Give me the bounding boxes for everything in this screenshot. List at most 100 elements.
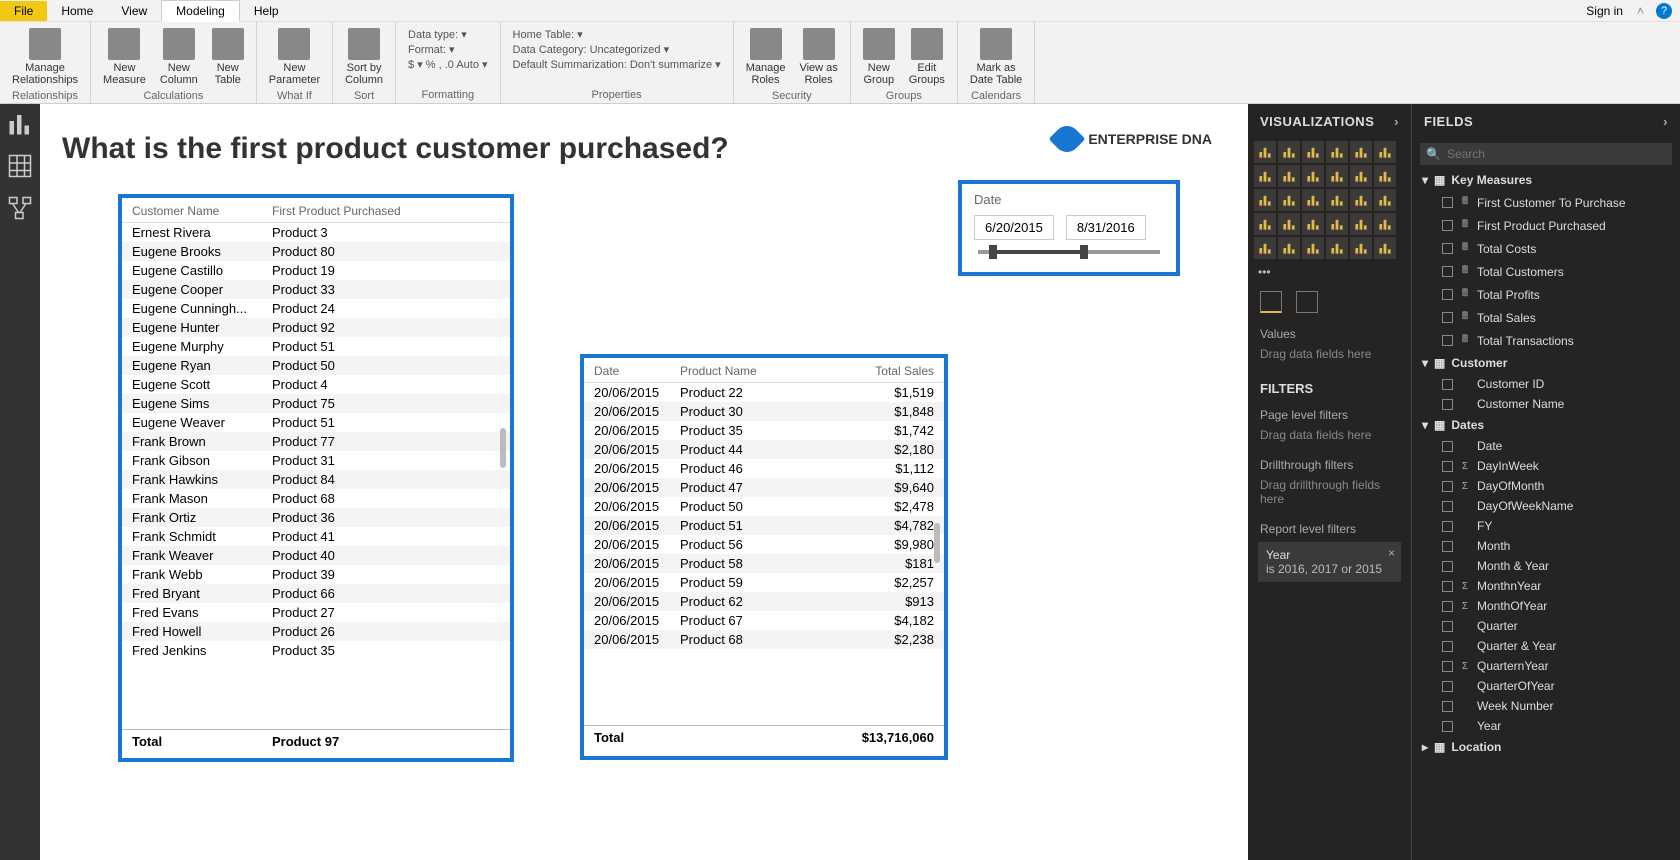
field-item[interactable]: DayOfWeekName: [1412, 496, 1680, 516]
fields-search[interactable]: 🔍: [1420, 143, 1672, 165]
table-row[interactable]: Frank MasonProduct 68: [122, 489, 510, 508]
values-dropzone[interactable]: Drag data fields here: [1248, 343, 1411, 371]
viz-type-icon[interactable]: [1278, 213, 1300, 235]
help-icon[interactable]: ?: [1656, 3, 1672, 19]
field-item[interactable]: 🖩Total Costs: [1412, 237, 1680, 260]
scrollbar[interactable]: [932, 388, 942, 726]
viz-type-icon[interactable]: [1254, 141, 1276, 163]
slicer-to-date[interactable]: 8/31/2016: [1066, 215, 1146, 240]
table-row[interactable]: Eugene MurphyProduct 51: [122, 337, 510, 356]
viz-type-icon[interactable]: [1278, 189, 1300, 211]
model-view-icon[interactable]: [8, 196, 32, 220]
manage-relationships-button[interactable]: ManageRelationships: [8, 26, 82, 88]
table-row[interactable]: 20/06/2015Product 56$9,980: [584, 535, 944, 554]
edit-groups-button[interactable]: EditGroups: [905, 26, 949, 88]
remove-filter-icon[interactable]: ×: [1388, 546, 1395, 560]
viz-more-icon[interactable]: •••: [1248, 261, 1411, 283]
viz-type-icon[interactable]: [1374, 165, 1396, 187]
table-row[interactable]: Fred HowellProduct 26: [122, 622, 510, 641]
scrollbar[interactable]: [498, 228, 508, 728]
viz-type-icon[interactable]: [1374, 237, 1396, 259]
viz-type-icon[interactable]: [1254, 165, 1276, 187]
viz-type-icon[interactable]: [1302, 237, 1324, 259]
viz-type-icon[interactable]: [1278, 237, 1300, 259]
field-item[interactable]: 🖩Total Sales: [1412, 306, 1680, 329]
view-as-roles-button[interactable]: View asRoles: [795, 26, 841, 88]
field-item[interactable]: Quarter & Year: [1412, 636, 1680, 656]
customer-first-product-table[interactable]: Customer Name First Product Purchased Er…: [118, 194, 514, 762]
table-row[interactable]: Frank BrownProduct 77: [122, 432, 510, 451]
field-item[interactable]: 🖩First Product Purchased: [1412, 214, 1680, 237]
field-item[interactable]: 🖩First Customer To Purchase: [1412, 191, 1680, 214]
field-checkbox[interactable]: [1442, 621, 1453, 632]
field-checkbox[interactable]: [1442, 601, 1453, 612]
field-item[interactable]: Quarter: [1412, 616, 1680, 636]
field-checkbox[interactable]: [1442, 197, 1453, 208]
field-item[interactable]: 🖩Total Customers: [1412, 260, 1680, 283]
field-item[interactable]: ΣDayOfMonth: [1412, 476, 1680, 496]
viz-type-icon[interactable]: [1302, 141, 1324, 163]
field-item[interactable]: Year: [1412, 716, 1680, 736]
table-row[interactable]: 20/06/2015Product 68$2,238: [584, 630, 944, 649]
table-row[interactable]: Fred EvansProduct 27: [122, 603, 510, 622]
field-item[interactable]: Month & Year: [1412, 556, 1680, 576]
table-row[interactable]: 20/06/2015Product 46$1,112: [584, 459, 944, 478]
data-view-icon[interactable]: [8, 154, 32, 178]
table-row[interactable]: Frank OrtizProduct 36: [122, 508, 510, 527]
field-checkbox[interactable]: [1442, 501, 1453, 512]
table-row[interactable]: Frank SchmidtProduct 41: [122, 527, 510, 546]
table-row[interactable]: 20/06/2015Product 67$4,182: [584, 611, 944, 630]
viz-type-icon[interactable]: [1278, 141, 1300, 163]
table-row[interactable]: Frank WebbProduct 39: [122, 565, 510, 584]
field-checkbox[interactable]: [1442, 441, 1453, 452]
field-item[interactable]: Week Number: [1412, 696, 1680, 716]
table-row[interactable]: Frank GibsonProduct 31: [122, 451, 510, 470]
viz-type-icon[interactable]: [1302, 189, 1324, 211]
format-pane-tool[interactable]: [1296, 291, 1318, 313]
field-checkbox[interactable]: [1442, 521, 1453, 532]
viz-type-icon[interactable]: [1350, 237, 1372, 259]
table-row[interactable]: 20/06/2015Product 35$1,742: [584, 421, 944, 440]
date-slicer[interactable]: Date 6/20/2015 8/31/2016: [958, 180, 1180, 276]
table-row[interactable]: Eugene SimsProduct 75: [122, 394, 510, 413]
new-table-button[interactable]: NewTable: [208, 26, 248, 88]
viz-type-icon[interactable]: [1326, 237, 1348, 259]
tab-modeling[interactable]: Modeling: [161, 0, 240, 22]
field-checkbox[interactable]: [1442, 681, 1453, 692]
default-summarization-dropdown[interactable]: Default Summarization: Don't summarize ▾: [513, 58, 721, 71]
column-header[interactable]: Product Name: [680, 364, 780, 378]
collapse-fields-icon[interactable]: ›: [1663, 114, 1668, 129]
column-header[interactable]: Date: [594, 364, 680, 378]
table-row[interactable]: 20/06/2015Product 22$1,519: [584, 383, 944, 402]
table-row[interactable]: Eugene Cunningh...Product 24: [122, 299, 510, 318]
field-checkbox[interactable]: [1442, 481, 1453, 492]
viz-type-icon[interactable]: [1302, 213, 1324, 235]
tab-home[interactable]: Home: [47, 1, 107, 21]
viz-type-icon[interactable]: [1302, 165, 1324, 187]
new-measure-button[interactable]: NewMeasure: [99, 26, 150, 88]
table-row[interactable]: Eugene BrooksProduct 80: [122, 242, 510, 261]
viz-type-icon[interactable]: [1374, 189, 1396, 211]
field-checkbox[interactable]: [1442, 266, 1453, 277]
field-checkbox[interactable]: [1442, 335, 1453, 346]
field-checkbox[interactable]: [1442, 581, 1453, 592]
sort-by-column-button[interactable]: Sort byColumn: [341, 26, 387, 88]
table-row[interactable]: Fred JenkinsProduct 35: [122, 641, 510, 660]
mark-date-table-button[interactable]: Mark asDate Table: [966, 26, 1026, 88]
field-checkbox[interactable]: [1442, 701, 1453, 712]
fields-pane-tool[interactable]: [1260, 291, 1282, 313]
viz-type-icon[interactable]: [1326, 213, 1348, 235]
field-checkbox[interactable]: [1442, 541, 1453, 552]
field-item[interactable]: Customer ID: [1412, 374, 1680, 394]
format-dropdown[interactable]: Format: ▾: [408, 43, 488, 56]
viz-type-icon[interactable]: [1350, 141, 1372, 163]
home-table-dropdown[interactable]: Home Table: ▾: [513, 28, 721, 41]
viz-type-icon[interactable]: [1254, 213, 1276, 235]
viz-type-icon[interactable]: [1374, 141, 1396, 163]
field-checkbox[interactable]: [1442, 721, 1453, 732]
new-group-button[interactable]: NewGroup: [859, 26, 899, 88]
field-item[interactable]: FY: [1412, 516, 1680, 536]
field-item[interactable]: ΣDayInWeek: [1412, 456, 1680, 476]
column-header[interactable]: Total Sales: [780, 364, 934, 378]
field-table[interactable]: ▾ ▦ Dates: [1412, 414, 1680, 436]
